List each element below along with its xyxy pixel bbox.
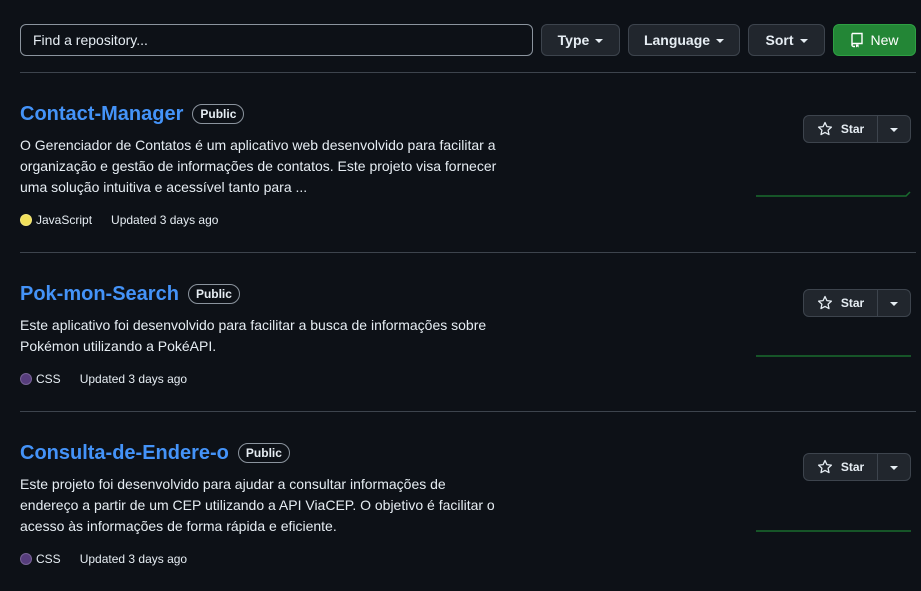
language-color-dot	[20, 373, 32, 385]
find-repository-input[interactable]	[20, 24, 533, 56]
star-list-dropdown[interactable]	[878, 115, 911, 143]
sort-button[interactable]: Sort	[748, 24, 825, 56]
repo-language: CSS	[36, 372, 61, 386]
activity-sparkline	[756, 530, 911, 532]
language-filter-label: Language	[643, 32, 711, 48]
language-color-dot	[20, 553, 32, 565]
star-button-group: Star	[803, 453, 911, 481]
repo-list-item: Consulta-de-Endere-o Public Este projeto…	[20, 441, 916, 566]
language-color-dot	[20, 214, 32, 226]
star-label: Star	[840, 460, 865, 474]
repo-description: Este aplicativo foi desenvolvido para fa…	[20, 317, 487, 354]
star-button-group: Star	[803, 289, 911, 317]
repo-toolbar: Type Language Sort New	[20, 24, 916, 56]
activity-sparkline	[756, 355, 911, 357]
star-icon	[817, 121, 832, 136]
star-button[interactable]: Star	[803, 289, 878, 317]
star-button-group: Star	[803, 115, 911, 143]
new-repository-label: New	[870, 32, 899, 48]
repo-name-link[interactable]: Pok-mon-Search	[20, 282, 179, 306]
activity-sparkline	[756, 191, 911, 197]
star-label: Star	[840, 296, 865, 310]
chevron-down-icon	[799, 39, 808, 43]
type-filter-button[interactable]: Type	[541, 24, 620, 56]
repo-description: O Gerenciador de Contatos é um aplicativ…	[20, 137, 497, 195]
star-button[interactable]: Star	[803, 115, 878, 143]
sort-label: Sort	[765, 32, 794, 48]
star-icon	[817, 459, 832, 474]
star-icon	[817, 295, 832, 310]
language-filter-button[interactable]: Language	[628, 24, 740, 56]
divider	[20, 252, 916, 253]
divider	[20, 411, 916, 412]
type-filter-label: Type	[557, 32, 590, 48]
repo-updated: Updated 3 days ago	[79, 372, 188, 386]
repo-name-link[interactable]: Consulta-de-Endere-o	[20, 441, 229, 465]
star-list-dropdown[interactable]	[878, 289, 911, 317]
chevron-down-icon	[890, 466, 898, 470]
repo-updated: Updated 3 days ago	[111, 213, 219, 227]
chevron-down-icon	[716, 39, 725, 43]
repo-language: JavaScript	[36, 213, 93, 227]
repo-description: Este projeto foi desenvolvido para ajuda…	[20, 476, 495, 534]
repo-list-item: Pok-mon-Search Public Este aplicativo fo…	[20, 282, 916, 386]
star-list-dropdown[interactable]	[878, 453, 911, 481]
new-repository-button[interactable]: New	[833, 24, 916, 56]
visibility-badge: Public	[237, 443, 290, 463]
visibility-badge: Public	[192, 104, 245, 124]
visibility-badge: Public	[187, 284, 240, 304]
divider	[20, 72, 916, 73]
chevron-down-icon	[890, 302, 898, 306]
repo-name-link[interactable]: Contact-Manager	[20, 102, 183, 126]
star-label: Star	[840, 122, 865, 136]
repo-list-item: Contact-Manager Public O Gerenciador de …	[20, 102, 916, 227]
repo-language: CSS	[36, 552, 61, 566]
repo-icon	[851, 32, 864, 48]
repo-updated: Updated 3 days ago	[79, 552, 188, 566]
chevron-down-icon	[595, 39, 604, 43]
chevron-down-icon	[890, 128, 898, 132]
star-button[interactable]: Star	[803, 453, 878, 481]
